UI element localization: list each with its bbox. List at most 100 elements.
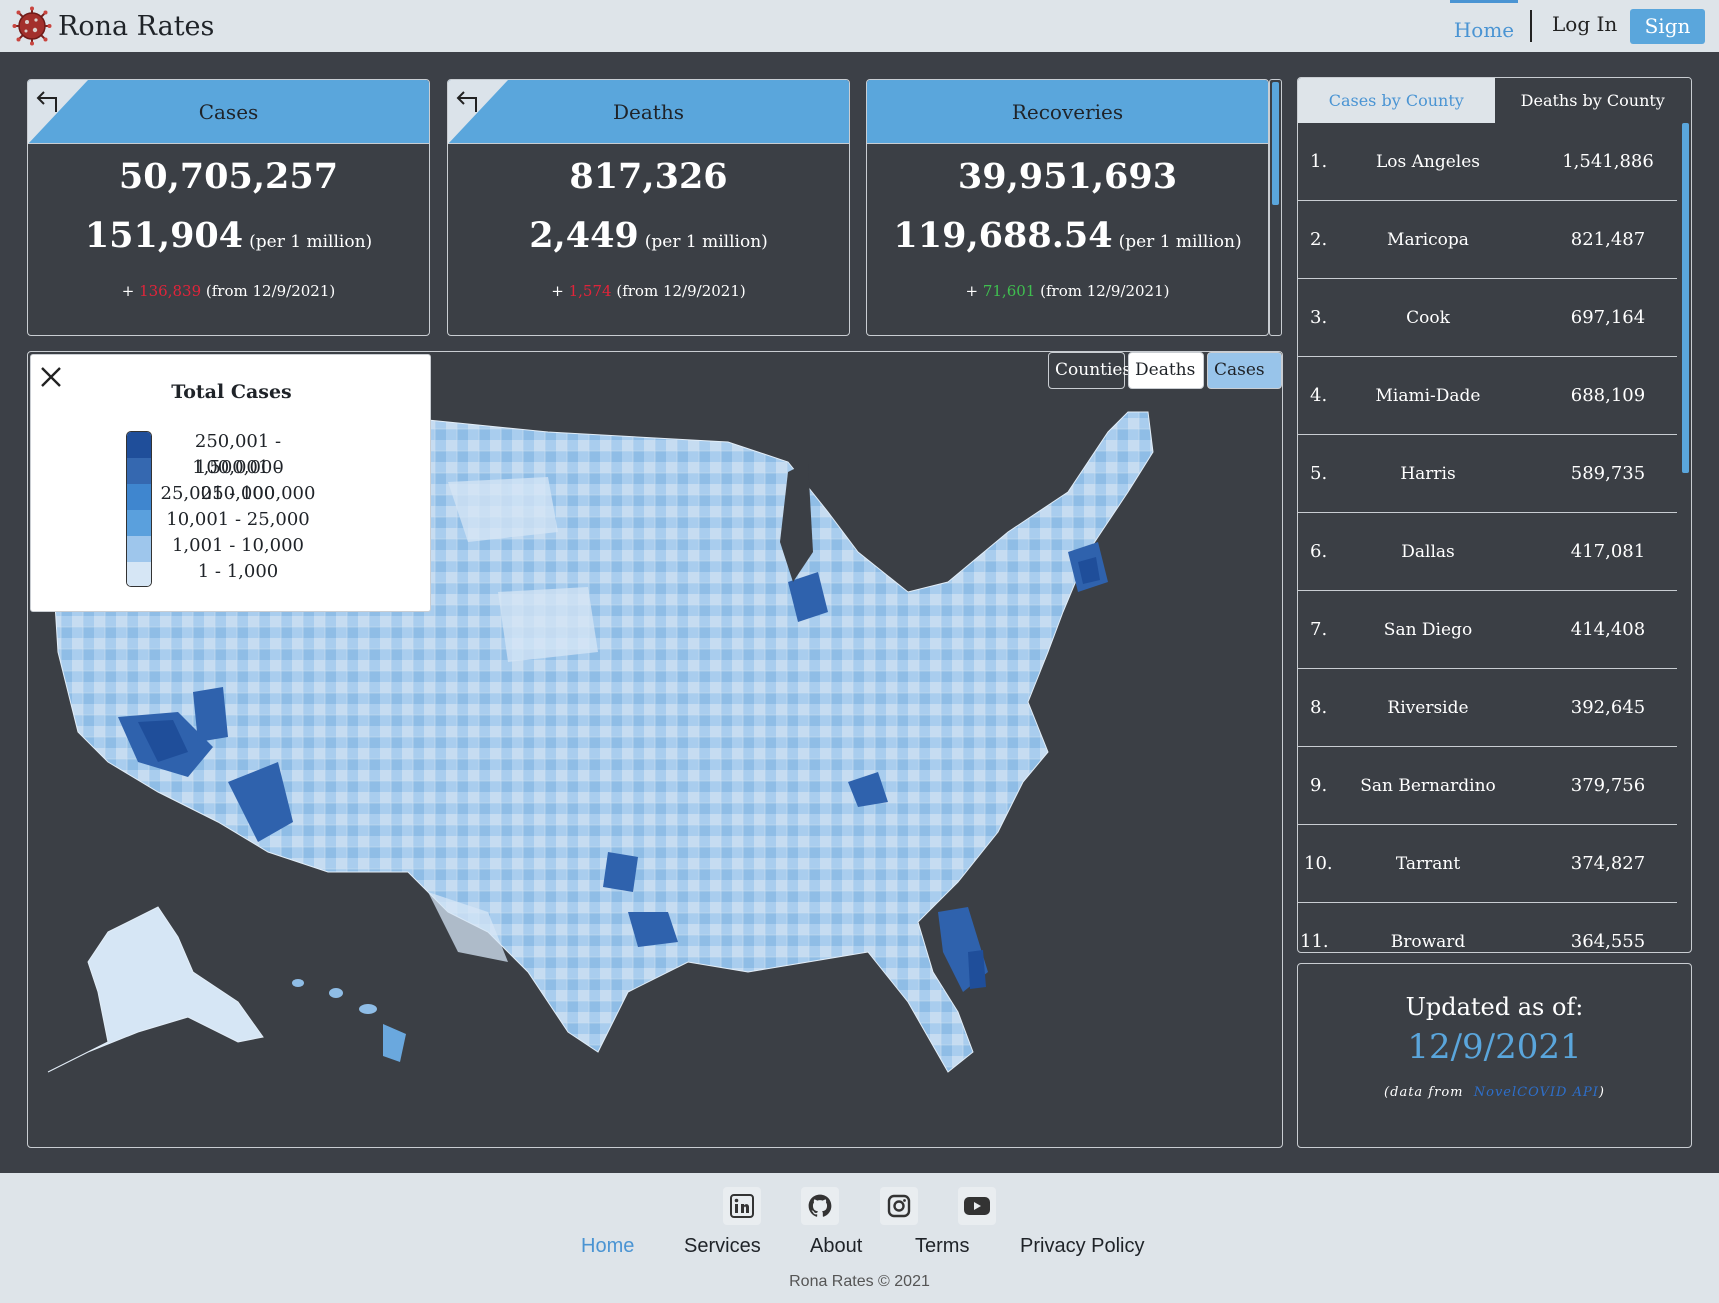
county-list: 1. Los Angeles 1,541,886 2. Maricopa 821,487…: [1298, 123, 1677, 952]
nav-login-link[interactable]: Log In: [1552, 12, 1617, 36]
updated-label: Updated as of:: [1405, 993, 1584, 1021]
recoveries-change-value: 71,601: [982, 282, 1036, 300]
county-name: Harris: [1400, 464, 1456, 484]
list-item[interactable]: 9. San Bernardino 379,756: [1298, 747, 1677, 825]
county-name: Miami-Dade: [1375, 386, 1481, 406]
county-rank: 4.: [1310, 385, 1328, 406]
cases-card-title: Cases: [198, 100, 259, 124]
legend-range: 250,001 - 1,500,000: [192, 431, 284, 478]
county-value: 414,408: [1570, 619, 1646, 640]
recoveries-card-header: Recoveries: [867, 80, 1268, 144]
footer-services-link[interactable]: Services: [684, 1235, 761, 1258]
list-item[interactable]: 3. Cook 697,164: [1298, 279, 1677, 357]
county-rank: 9.: [1310, 775, 1328, 796]
county-rank: 8.: [1310, 697, 1328, 718]
list-item[interactable]: 4. Miami-Dade 688,109: [1298, 357, 1677, 435]
county-name: Riverside: [1387, 698, 1469, 718]
stats-scrollbar[interactable]: [1269, 79, 1282, 336]
updated-date: 12/9/2021: [1407, 1027, 1582, 1067]
brand[interactable]: Rona Rates: [12, 6, 214, 46]
legend-range: 10,001 - 25,000: [166, 509, 310, 530]
legend-range: 100,001 - 250,000: [194, 457, 282, 504]
change-suffix: (from 12/9/2021): [205, 282, 336, 300]
legend-swatch: [127, 484, 151, 510]
footer-privacy-link[interactable]: Privacy Policy: [1020, 1235, 1144, 1258]
county-name: Los Angeles: [1375, 152, 1481, 172]
deaths-change: + 1,574 (from 12/9/2021): [448, 282, 849, 300]
recoveries-per-million-value: 119,688.54: [893, 215, 1113, 256]
recoveries-total: 39,951,693: [957, 156, 1178, 197]
cases-change-value: 136,839: [139, 282, 202, 300]
county-value: 589,735: [1570, 463, 1646, 484]
return-arrow-icon[interactable]: [454, 88, 480, 114]
list-item[interactable]: 7. San Diego 414,408: [1298, 591, 1677, 669]
copyright: Rona Rates © 2021: [789, 1273, 930, 1290]
legend-range: 25,001 - 100,000: [160, 483, 316, 504]
deaths-change-value: 1,574: [568, 282, 612, 300]
county-value: 821,487: [1570, 229, 1646, 250]
github-icon[interactable]: [801, 1187, 839, 1225]
legend-swatch: [127, 562, 151, 586]
footer: Home Services About Terms Privacy Policy…: [0, 1173, 1719, 1303]
deaths-card: Deaths 817,326 2,449 (per 1 million) + 1,…: [447, 79, 850, 336]
cases-card-header: Cases: [28, 80, 429, 144]
list-item[interactable]: 1. Los Angeles 1,541,886: [1298, 123, 1677, 201]
tab-cases-by-county[interactable]: Cases by County: [1298, 78, 1495, 123]
return-arrow-icon[interactable]: [34, 88, 60, 114]
county-rank: 11.: [1300, 931, 1329, 952]
legend-range: 1,001 - 10,000: [171, 535, 305, 556]
list-item[interactable]: 10. Tarrant 374,827: [1298, 825, 1677, 903]
change-prefix: +: [121, 282, 135, 300]
county-name: Dallas: [1401, 542, 1455, 562]
county-name: Maricopa: [1387, 230, 1469, 250]
cases-per-million-value: 151,904: [84, 215, 244, 256]
instagram-icon[interactable]: [880, 1187, 918, 1225]
data-source: (data from NovelCOVID API): [1298, 1085, 1691, 1100]
list-item[interactable]: 5. Harris 589,735: [1298, 435, 1677, 513]
change-prefix: +: [551, 282, 564, 300]
county-rank: 2.: [1310, 229, 1328, 250]
map-legend: Total Cases 250,001 - 1,500,000 100,001 …: [30, 354, 431, 612]
county-value: 417,081: [1570, 541, 1646, 562]
youtube-icon[interactable]: [958, 1187, 996, 1225]
cases-card: Cases 50,705,257 151,904 (per 1 million) …: [27, 79, 430, 336]
scrollbar-thumb[interactable]: [1272, 82, 1279, 205]
legend-labels: 250,001 - 1,500,000 100,001 - 250,000 25…: [158, 429, 318, 585]
recoveries-card: Recoveries 39,951,693 119,688.54 (per 1 m…: [866, 79, 1269, 336]
list-item[interactable]: 2. Maricopa 821,487: [1298, 201, 1677, 279]
list-item[interactable]: 8. Riverside 392,645: [1298, 669, 1677, 747]
recoveries-per-million: 119,688.54 (per 1 million): [867, 215, 1268, 256]
nav-home-link[interactable]: Home: [1450, 0, 1518, 52]
updated-panel: Updated as of: 12/9/2021 (data from Nove…: [1297, 963, 1692, 1148]
county-value: 379,756: [1570, 775, 1646, 796]
county-value: 1,541,886: [1562, 151, 1654, 172]
change-suffix: (from 12/9/2021): [616, 282, 746, 300]
counties-button[interactable]: Counties: [1048, 352, 1131, 389]
list-item[interactable]: 11. Broward 364,555: [1298, 903, 1677, 952]
tab-deaths-by-county[interactable]: Deaths by County: [1494, 78, 1691, 123]
deaths-card-header: Deaths: [448, 80, 849, 144]
county-panel: Cases by County Deaths by County 1. Los A…: [1297, 77, 1692, 953]
county-scrollbar[interactable]: [1680, 123, 1690, 952]
signup-button[interactable]: Sign Up: [1630, 9, 1705, 73]
alaska-shape: [47, 906, 264, 1073]
source-link[interactable]: NovelCOVID API: [1474, 1085, 1599, 1100]
footer-terms-link[interactable]: Terms: [915, 1235, 969, 1258]
scrollbar-thumb[interactable]: [1682, 123, 1689, 473]
county-value: 364,555: [1570, 931, 1646, 952]
linkedin-icon[interactable]: [723, 1187, 761, 1225]
county-rank: 1.: [1310, 151, 1328, 172]
deaths-button[interactable]: Deaths: [1128, 352, 1204, 389]
hawaii-shape: [292, 979, 406, 1062]
county-rank: 5.: [1310, 463, 1328, 484]
footer-about-link[interactable]: About: [810, 1235, 862, 1258]
brand-name: Rona Rates: [58, 10, 215, 42]
footer-home-link[interactable]: Home: [581, 1235, 634, 1258]
change-prefix: +: [965, 282, 979, 300]
cases-button[interactable]: Cases: [1207, 352, 1282, 389]
county-rank: 6.: [1310, 541, 1328, 562]
county-rank: 7.: [1310, 619, 1328, 640]
per-million-label: (per 1 million): [1118, 232, 1242, 252]
list-item[interactable]: 6. Dallas 417,081: [1298, 513, 1677, 591]
legend-title: Total Cases: [171, 381, 292, 403]
